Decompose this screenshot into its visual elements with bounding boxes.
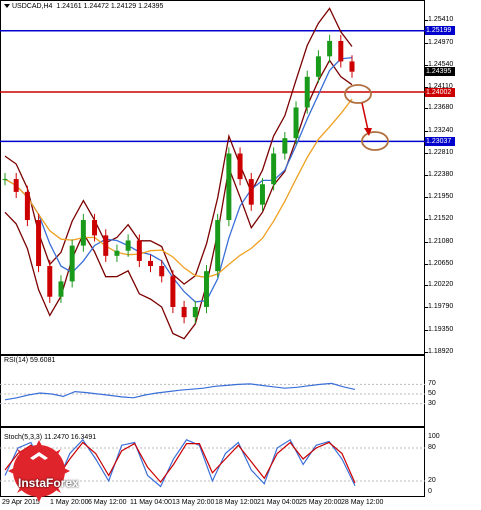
candle-body — [338, 40, 344, 62]
candle-body — [80, 220, 86, 246]
price-tick-label: 1.25410 — [428, 16, 454, 23]
candle-body — [170, 276, 176, 307]
price-tick-mark — [425, 42, 428, 44]
candle-body — [103, 235, 109, 256]
price-tick-label: 1.19790 — [428, 303, 454, 311]
candle-body — [248, 179, 254, 205]
candle-body — [293, 107, 299, 139]
watermark-text: InstaForex — [18, 476, 79, 490]
price-tick-mark — [425, 20, 428, 21]
price-tag: 1.23037 — [425, 136, 455, 146]
candle-body — [226, 153, 232, 221]
candle-body — [271, 153, 277, 185]
time-axis-label: 11 May 04:00 — [130, 499, 172, 506]
candle-body — [13, 179, 19, 192]
stoch-tick-label: 80 — [428, 444, 436, 451]
stoch-tick-label: 100 — [428, 433, 440, 440]
price-tick-label: 1.22810 — [428, 149, 454, 156]
symbol-name: USDCAD,H4 — [12, 3, 53, 10]
candle-body — [69, 245, 75, 282]
moving-average-fast — [4, 56, 353, 303]
candle-body — [192, 306, 198, 318]
stoch-tick-label: 20 — [428, 477, 436, 484]
ohlc-values: 1.24161 1.24472 1.24129 1.24395 — [56, 3, 164, 10]
price-tick-label: 1.18920 — [428, 348, 454, 355]
price-tag: 1.24002 — [425, 87, 455, 97]
time-axis-label: 21 May 04:00 — [257, 499, 300, 506]
candle-body — [215, 220, 221, 272]
price-tick-label: 1.20220 — [428, 281, 454, 289]
dropdown-arrow-icon — [4, 4, 10, 9]
rsi-label: RSI(14) 59.6081 — [4, 357, 56, 364]
candle-body — [2, 179, 8, 181]
time-axis-label: 28 May 12:00 — [341, 499, 384, 506]
price-tag: 1.25199 — [425, 26, 455, 36]
candle-body — [47, 266, 53, 297]
stoch-tick-label: 0 — [428, 488, 432, 495]
candle-body — [136, 240, 142, 261]
bollinger-upper — [4, 7, 353, 285]
price-tick-label: 1.23680 — [428, 104, 454, 112]
price-tick-mark — [425, 241, 428, 243]
price-tick-mark — [425, 175, 428, 176]
price-tick-label: 1.19350 — [428, 326, 454, 333]
price-tick-mark — [425, 307, 428, 309]
moving-average-slow — [4, 98, 353, 279]
rsi-tick-label: 30 — [428, 399, 436, 407]
price-tick-mark — [425, 218, 428, 220]
symbol-header: USDCAD,H4 1.24161 1.24472 1.24129 1.2439… — [4, 3, 163, 10]
candle-body — [114, 250, 120, 256]
candle-body — [24, 191, 30, 221]
candle-body — [148, 260, 154, 267]
candle-body — [92, 220, 98, 236]
candle-body — [125, 240, 131, 251]
price-tag: 1.24395 — [425, 67, 455, 77]
price-tick-mark — [425, 64, 428, 66]
candle-body — [181, 306, 187, 318]
bollinger-lower — [4, 59, 353, 340]
time-axis-label: 6 May 12:00 — [88, 499, 127, 506]
instaforex-logo — [8, 440, 70, 502]
price-tick-mark — [425, 263, 428, 265]
price-tick-mark — [425, 330, 428, 331]
rsi-tick-label: 50 — [428, 390, 436, 397]
forecast-arrow-line — [361, 102, 369, 131]
candle-body — [36, 220, 42, 267]
candle-body — [349, 61, 355, 72]
price-tick-mark — [425, 352, 428, 353]
price-tick-mark — [425, 196, 428, 198]
candle-body — [282, 138, 288, 154]
price-tick-label: 1.23240 — [428, 127, 454, 134]
rsi-line — [4, 382, 356, 401]
price-tick-label: 1.21080 — [428, 237, 454, 245]
pivot-circle — [344, 84, 372, 104]
price-tick-label: 1.20650 — [428, 259, 454, 267]
time-axis-label: 18 May 12:00 — [215, 499, 258, 506]
candle-body — [315, 56, 321, 77]
time-axis-label: 13 May 20:00 — [172, 499, 215, 506]
rsi-tick-label: 70 — [428, 380, 436, 388]
price-tick-mark — [425, 131, 428, 132]
time-axis-label: 25 May 20:00 — [299, 499, 342, 506]
price-tick-label: 1.21950 — [428, 192, 454, 200]
price-tick-mark — [425, 285, 428, 287]
candle-body — [203, 271, 209, 307]
price-tick-mark — [425, 153, 428, 154]
candle-body — [159, 266, 165, 277]
price-tick-label: 1.21520 — [428, 214, 454, 222]
candle-body — [237, 153, 243, 180]
candle-body — [304, 76, 310, 108]
candle-body — [58, 281, 64, 297]
candle-body — [327, 40, 333, 57]
price-tick-mark — [425, 108, 428, 110]
price-tick-label: 1.22380 — [428, 171, 454, 178]
price-tick-label: 1.24970 — [428, 38, 454, 46]
candle-body — [259, 184, 265, 205]
